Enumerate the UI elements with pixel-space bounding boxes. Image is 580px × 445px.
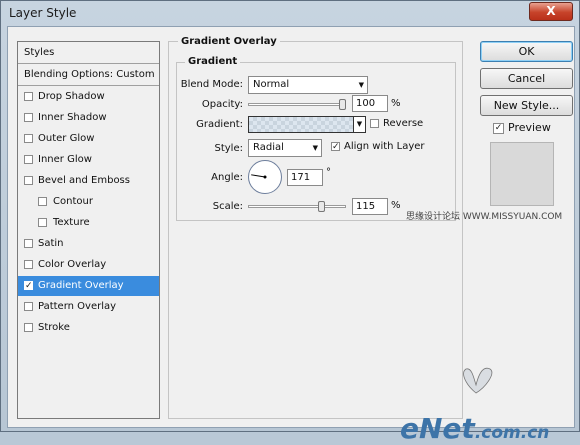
scale-input[interactable]: 115 <box>352 198 388 215</box>
styles-list: Styles Blending Options: Custom Drop Sha… <box>17 41 160 419</box>
style-item-inner-shadow[interactable]: Inner Shadow <box>18 108 159 128</box>
align-with-layer-checkbox[interactable]: ✓ <box>331 142 340 152</box>
style-item-checkbox[interactable] <box>24 323 33 332</box>
reverse-label: Reverse <box>383 118 424 129</box>
style-item-label: Stroke <box>38 322 70 333</box>
style-item-checkbox[interactable] <box>38 197 47 206</box>
blend-mode-value: Normal <box>253 79 290 90</box>
style-item-contour[interactable]: Contour <box>18 192 159 212</box>
style-item-label: Pattern Overlay <box>38 301 117 312</box>
watermark-text: 思缘设计论坛 WWW.MISSYUAN.COM <box>406 212 563 222</box>
style-item-label: Inner Shadow <box>38 112 107 123</box>
style-item-label: Texture <box>53 217 90 228</box>
angle-needle-icon <box>251 174 267 179</box>
style-preview-thumbnail <box>490 142 554 206</box>
style-item-stroke[interactable]: Stroke <box>18 318 159 338</box>
group-title: Gradient Overlay <box>178 36 280 47</box>
style-item-checkbox[interactable]: ✓ <box>24 281 33 291</box>
style-item-drop-shadow[interactable]: Drop Shadow <box>18 87 159 107</box>
layer-style-dialog: Layer Style X Styles Blending Options: C… <box>0 0 580 445</box>
blending-options-item[interactable]: Blending Options: Custom <box>18 64 159 86</box>
style-value: Radial <box>253 142 284 153</box>
scale-label: Scale: <box>212 201 243 212</box>
opacity-slider-thumb[interactable] <box>339 99 346 110</box>
styles-header[interactable]: Styles <box>18 42 159 64</box>
style-item-color-overlay[interactable]: Color Overlay <box>18 255 159 275</box>
blend-mode-label: Blend Mode: <box>180 79 243 90</box>
opacity-unit: % <box>391 98 401 109</box>
style-item-satin[interactable]: Satin <box>18 234 159 254</box>
style-item-checkbox[interactable] <box>24 302 33 311</box>
style-item-label: Outer Glow <box>38 133 95 144</box>
dialog-body: Styles Blending Options: Custom Drop Sha… <box>7 26 575 445</box>
scale-unit: % <box>391 200 401 211</box>
style-item-pattern-overlay[interactable]: Pattern Overlay <box>18 297 159 317</box>
reverse-checkbox[interactable] <box>370 119 379 128</box>
close-button[interactable]: X <box>529 2 573 21</box>
butterfly-icon <box>463 367 493 394</box>
dialog-title: Layer Style <box>9 6 77 20</box>
style-item-bevel-and-emboss[interactable]: Bevel and Emboss <box>18 171 159 191</box>
style-item-checkbox[interactable] <box>24 239 33 248</box>
style-item-outer-glow[interactable]: Outer Glow <box>18 129 159 149</box>
style-item-checkbox[interactable] <box>24 176 33 185</box>
style-select[interactable]: Radial ▼ <box>248 139 322 157</box>
style-item-gradient-overlay[interactable]: ✓ Gradient Overlay <box>18 276 159 296</box>
opacity-label: Opacity: <box>201 99 243 110</box>
angle-label: Angle: <box>211 172 243 183</box>
scale-slider-thumb[interactable] <box>318 201 326 212</box>
align-with-layer-label: Align with Layer <box>344 141 425 152</box>
angle-input[interactable]: 171 <box>287 169 323 186</box>
style-item-label: Inner Glow <box>38 154 92 165</box>
style-item-checkbox[interactable] <box>24 260 33 269</box>
style-item-label: Color Overlay <box>38 259 107 270</box>
style-label: Style: <box>214 143 244 154</box>
style-item-texture[interactable]: Texture <box>18 213 159 233</box>
opacity-input[interactable]: 100 <box>352 95 388 112</box>
style-item-label: Gradient Overlay <box>38 280 124 291</box>
style-item-label: Bevel and Emboss <box>38 175 130 186</box>
new-style-button[interactable]: New Style... <box>480 95 573 116</box>
style-item-checkbox[interactable] <box>24 92 33 101</box>
scale-slider-track[interactable] <box>248 205 346 208</box>
preview-label: Preview <box>508 121 551 134</box>
preview-checkbox[interactable]: ✓ <box>493 123 504 134</box>
ok-button[interactable]: OK <box>480 41 573 62</box>
style-item-label: Contour <box>53 196 93 207</box>
cancel-button[interactable]: Cancel <box>480 68 573 89</box>
style-item-checkbox[interactable] <box>24 134 33 143</box>
style-item-label: Satin <box>38 238 64 249</box>
opacity-slider-track[interactable] <box>248 103 346 106</box>
style-item-checkbox[interactable] <box>24 155 33 164</box>
gradient-picker-swatch[interactable] <box>248 116 354 133</box>
style-item-label: Drop Shadow <box>38 91 105 102</box>
gradient-dropdown-button[interactable]: ▼ <box>353 116 366 133</box>
blend-mode-select[interactable]: Normal ▼ <box>248 76 368 94</box>
title-bar[interactable]: Layer Style X <box>1 1 579 25</box>
style-item-checkbox[interactable] <box>24 113 33 122</box>
style-item-inner-glow[interactable]: Inner Glow <box>18 150 159 170</box>
enet-logo: eNet.com.cn <box>400 412 550 445</box>
angle-unit: ° <box>326 167 331 178</box>
dropdown-arrow-icon: ▼ <box>358 81 364 89</box>
gradient-label: Gradient: <box>196 119 243 130</box>
style-item-checkbox[interactable] <box>38 218 47 227</box>
subgroup-title: Gradient <box>185 56 241 67</box>
dropdown-arrow-icon: ▼ <box>312 144 318 152</box>
angle-dial[interactable] <box>248 160 282 194</box>
